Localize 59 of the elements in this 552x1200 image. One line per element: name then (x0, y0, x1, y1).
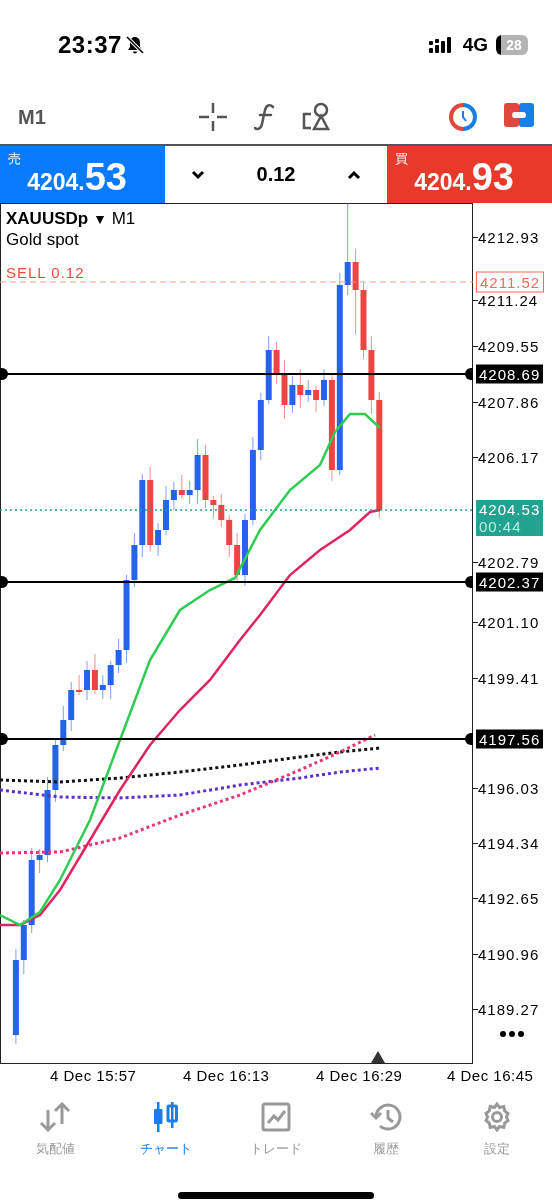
price-tick: 4194.34 (478, 834, 540, 852)
order-price-label: 4211.52 (476, 271, 545, 293)
price-tick: 4206.17 (478, 448, 540, 466)
price-tick: 4201.10 (478, 613, 540, 631)
chevron-up-icon[interactable] (347, 169, 361, 180)
one-click-trading-icon[interactable] (504, 102, 534, 128)
bid-price-label: 4204.53 00:44 (476, 500, 544, 536)
order-label: SELL 0.12 (6, 264, 85, 281)
candlestick-icon (153, 1102, 178, 1132)
price-tick: 4196.03 (478, 779, 540, 797)
line-handle[interactable] (465, 368, 473, 380)
shapes-icon[interactable] (302, 102, 332, 132)
bell-muted-icon (124, 35, 145, 55)
price-tick: 4189.27 (478, 1000, 540, 1018)
arrows-icon (39, 1102, 72, 1132)
line-handle[interactable] (0, 368, 8, 380)
price-tick: 4199.41 (478, 669, 540, 687)
price-tick: 4211.24 (478, 291, 539, 309)
network-label: 4G (462, 34, 488, 56)
time-tick: 4 Dec 16:45 (447, 1067, 534, 1084)
line-handle[interactable] (0, 733, 8, 745)
line-handle[interactable] (465, 733, 473, 745)
line-price-label: 4197.56 (476, 729, 544, 749)
tab[interactable]: チャート (110, 1098, 221, 1168)
price-tick: 4209.55 (478, 337, 540, 355)
symbol-label[interactable]: XAUUSDp ▼ M1 (6, 209, 136, 229)
crosshair-icon[interactable] (198, 102, 228, 132)
settings-icon (481, 1102, 512, 1132)
time-tick: 4 Dec 16:13 (183, 1067, 270, 1084)
line-handle[interactable] (0, 576, 8, 588)
more-icon[interactable] (500, 1031, 524, 1037)
price-tick: 4212.93 (478, 228, 540, 246)
volume-value[interactable]: 0.12 (256, 163, 296, 186)
chevron-down-icon[interactable] (191, 169, 205, 180)
battery-level: 28 (496, 35, 528, 55)
clock-time: 23:37 (58, 31, 122, 59)
clock-toggle-icon[interactable] (448, 102, 478, 132)
line-chart-icon (261, 1102, 291, 1132)
price-tick: 4192.65 (478, 889, 540, 907)
time-tick: 4 Dec 15:57 (50, 1067, 137, 1084)
tab[interactable]: 履歴 (331, 1098, 442, 1168)
time-tick: 4 Dec 16:29 (316, 1067, 403, 1084)
timeframe-button[interactable]: M1 (18, 105, 198, 129)
tab[interactable]: トレード (220, 1098, 332, 1168)
price-tick: 4207.86 (478, 393, 540, 411)
price-tick: 4202.79 (478, 553, 540, 571)
line-handle[interactable] (465, 576, 473, 588)
chart-area[interactable] (0, 203, 473, 1064)
line-price-label: 4202.37 (476, 572, 544, 592)
history-icon (370, 1102, 403, 1132)
sell-button[interactable]: 売 4204.53 (0, 146, 165, 203)
tab[interactable]: 設定 (441, 1098, 552, 1168)
function-icon[interactable] (254, 103, 276, 131)
triangle-marker-icon (371, 1051, 385, 1063)
price-tick: 4190.96 (478, 945, 540, 963)
symbol-description: Gold spot (6, 230, 79, 250)
tab[interactable]: 気配値 (0, 1098, 111, 1168)
line-price-label: 4208.69 (476, 364, 544, 384)
buy-button[interactable]: 買 4204.93 (387, 146, 552, 203)
